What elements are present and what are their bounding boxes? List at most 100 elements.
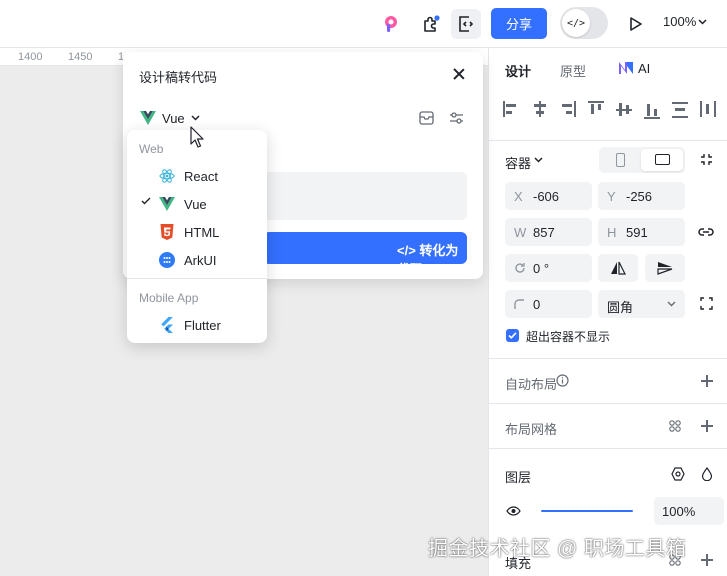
- group-label-mobile-app: Mobile App: [139, 291, 199, 305]
- ruler-tick: 1400: [18, 51, 43, 63]
- clip-content-checkbox[interactable]: [506, 329, 519, 342]
- corner-radius-field[interactable]: 0: [505, 290, 592, 318]
- tab-ai[interactable]: AI: [638, 61, 650, 76]
- puzzle-icon[interactable]: [416, 9, 446, 39]
- tab-design[interactable]: 设计: [505, 61, 531, 80]
- y-position-field[interactable]: Y -256: [598, 182, 685, 210]
- framework-option-html[interactable]: HTML: [127, 218, 267, 246]
- w-field-label: W: [514, 225, 527, 240]
- option-label: Vue: [184, 197, 207, 212]
- arkui-icon: [159, 252, 175, 268]
- container-label[interactable]: 容器: [505, 153, 531, 172]
- add-auto-layout-icon[interactable]: [701, 375, 713, 387]
- align-top-icon[interactable]: [587, 100, 605, 120]
- framework-option-vue[interactable]: Vue: [127, 190, 267, 218]
- landscape-icon: [655, 154, 670, 165]
- flip-vertical-icon: [657, 262, 673, 275]
- add-fill-icon[interactable]: [701, 554, 713, 566]
- flip-vertical-button[interactable]: [645, 254, 685, 282]
- prompt-input[interactable]: [263, 172, 467, 220]
- design-to-code-icon[interactable]: [451, 9, 481, 39]
- code-toggle-label: </>: [562, 9, 590, 37]
- play-icon[interactable]: [620, 9, 650, 39]
- ruler-tick: 1450: [68, 51, 93, 63]
- checkmark-icon: [508, 332, 517, 339]
- framework-option-arkui[interactable]: ArkUI: [127, 246, 267, 274]
- close-icon[interactable]: [452, 67, 466, 81]
- framework-select-value: Vue: [162, 110, 185, 126]
- align-left-icon[interactable]: [503, 100, 521, 120]
- framework-dropdown: Web React Vue HTML ArkUI Mobile App Flut…: [127, 130, 267, 343]
- y-field-label: Y: [607, 189, 616, 204]
- panel-divider: [489, 403, 727, 404]
- option-label: Flutter: [184, 318, 221, 333]
- align-center-h-icon[interactable]: [531, 100, 549, 120]
- flutter-icon: [161, 317, 173, 333]
- corner-type-value: 圆角: [607, 300, 634, 315]
- convert-to-code-button[interactable]: </> 转化为代码: [263, 232, 467, 277]
- share-button[interactable]: 分享: [491, 8, 547, 39]
- panel-divider: [489, 448, 727, 449]
- distribute-horizontal-icon[interactable]: [699, 100, 717, 120]
- framework-select[interactable]: Vue: [140, 110, 200, 126]
- distribute-vertical-icon[interactable]: [671, 100, 689, 120]
- h-field-value: 591: [626, 225, 648, 240]
- fit-content-icon[interactable]: [700, 153, 713, 166]
- rotation-value: 0 °: [533, 261, 550, 276]
- independent-corners-icon[interactable]: [700, 297, 713, 310]
- corner-radius-value: 0: [533, 297, 541, 312]
- framework-chevron-down-icon: [191, 115, 200, 121]
- grid-styles-icon[interactable]: [669, 420, 681, 432]
- info-icon[interactable]: [556, 374, 569, 387]
- alignment-toolbar: [503, 100, 717, 120]
- dropdown-divider: [127, 278, 267, 279]
- align-middle-v-icon[interactable]: [615, 100, 633, 120]
- blend-mode-icon[interactable]: [671, 467, 685, 481]
- ai-logo-icon: [619, 62, 633, 74]
- rotation-field[interactable]: 0 °: [505, 254, 592, 282]
- width-field[interactable]: W 857: [505, 218, 592, 246]
- x-field-label: X: [514, 189, 523, 204]
- height-field[interactable]: H 591: [598, 218, 685, 246]
- portrait-icon[interactable]: [616, 153, 625, 167]
- panel-divider: [489, 140, 727, 141]
- option-label: React: [184, 169, 218, 184]
- watermark-text: 掘金技术社区 @ 职场工具箱: [428, 538, 687, 560]
- vue-icon: [140, 111, 156, 125]
- plugin-logo-icon[interactable]: [377, 9, 407, 39]
- align-right-icon[interactable]: [559, 100, 577, 120]
- h-field-label: H: [607, 225, 617, 240]
- archive-icon[interactable]: [419, 111, 434, 125]
- layout-grid-label: 布局网格: [505, 422, 558, 437]
- container-chevron-down-icon[interactable]: [534, 157, 543, 163]
- corner-type-select[interactable]: 圆角: [598, 290, 685, 318]
- opacity-slider[interactable]: [541, 510, 633, 512]
- vue-icon: [159, 197, 175, 211]
- corner-type-chevron-icon: [667, 301, 676, 307]
- option-label: HTML: [184, 225, 220, 240]
- zoom-level[interactable]: 100%: [663, 14, 696, 29]
- y-field-value: -256: [626, 189, 653, 204]
- flip-horizontal-icon: [611, 261, 626, 275]
- add-layout-grid-icon[interactable]: [701, 420, 713, 432]
- zoom-chevron-down-icon[interactable]: [698, 19, 707, 25]
- framework-option-react[interactable]: React: [127, 162, 267, 190]
- align-bottom-icon[interactable]: [643, 100, 661, 120]
- x-position-field[interactable]: X -606: [505, 182, 592, 210]
- landscape-option[interactable]: [641, 149, 683, 171]
- link-ratio-icon[interactable]: [698, 226, 714, 238]
- react-icon: [159, 169, 175, 183]
- visibility-eye-icon[interactable]: [506, 506, 521, 516]
- opacity-field[interactable]: 100%: [654, 497, 724, 525]
- settings-sliders-icon[interactable]: [449, 111, 464, 125]
- opacity-drop-icon[interactable]: [701, 467, 713, 481]
- tab-prototype[interactable]: 原型: [560, 61, 586, 80]
- code-mode-toggle[interactable]: </>: [560, 7, 608, 39]
- framework-option-flutter[interactable]: Flutter: [127, 311, 267, 339]
- convert-button-label: </> 转化为代码: [397, 243, 459, 277]
- opacity-value: 100%: [662, 504, 696, 519]
- flip-horizontal-button[interactable]: [598, 254, 638, 282]
- mouse-cursor-icon: [190, 126, 204, 148]
- w-field-value: 857: [533, 225, 555, 240]
- x-field-value: -606: [533, 189, 560, 204]
